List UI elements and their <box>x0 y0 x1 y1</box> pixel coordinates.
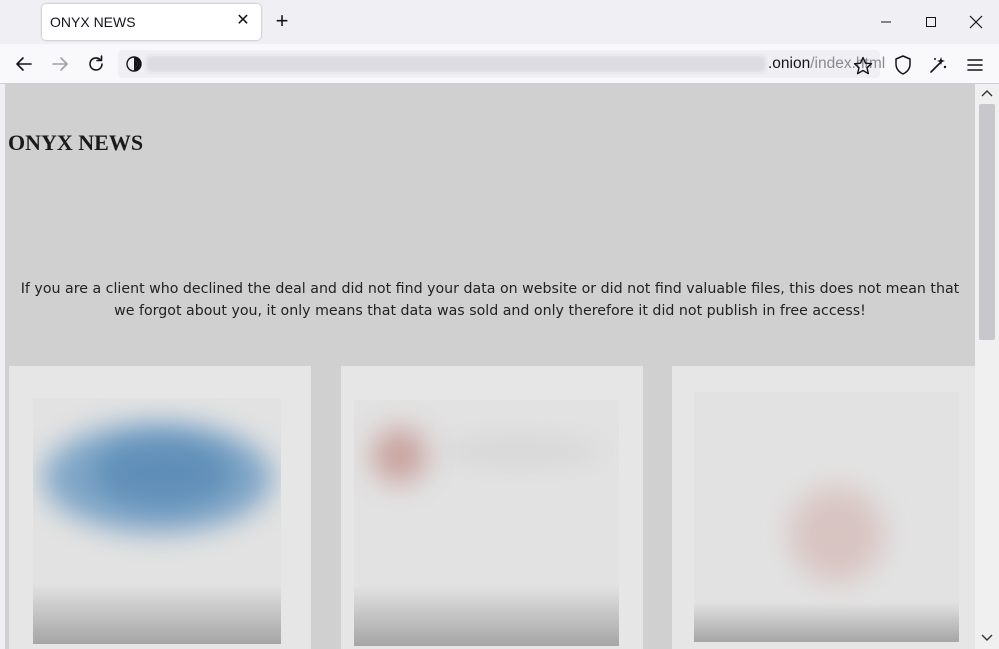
scroll-up-arrow-icon[interactable] <box>979 86 995 100</box>
url-domain-suffix: .onion <box>768 55 811 72</box>
close-icon[interactable]: ✕ <box>233 11 253 31</box>
blurred-preview-image[interactable] <box>33 398 281 644</box>
scroll-down-arrow-icon[interactable] <box>979 631 995 645</box>
blurred-preview-image[interactable] <box>354 400 619 646</box>
reload-icon[interactable] <box>83 51 109 77</box>
post-card[interactable] <box>9 366 311 649</box>
redacted-url <box>146 56 766 72</box>
post-card[interactable] <box>341 366 643 649</box>
navigation-bar: .onion/index.html <box>0 44 999 84</box>
forward-arrow-icon[interactable] <box>47 51 73 77</box>
site-title: ONYX NEWS <box>8 130 144 155</box>
scrollbar-thumb[interactable] <box>979 104 995 340</box>
menu-icon[interactable] <box>963 53 987 77</box>
star-bookmark-icon[interactable] <box>852 55 874 77</box>
minimize-icon[interactable] <box>871 7 901 37</box>
tab-title: ONYX NEWS <box>50 14 136 30</box>
maximize-icon[interactable] <box>916 7 946 37</box>
content-viewport: ONYX NEWS If you are a client who declin… <box>0 84 999 649</box>
browser-tab[interactable]: ONYX NEWS ✕ <box>42 4 261 40</box>
post-card[interactable] <box>672 366 975 649</box>
web-page: ONYX NEWS If you are a client who declin… <box>5 84 975 649</box>
new-tab-button[interactable]: + <box>271 10 293 32</box>
title-bar: ONYX NEWS ✕ + <box>0 0 999 44</box>
notice-text: If you are a client who declined the dea… <box>20 281 960 319</box>
tor-identity-icon[interactable] <box>126 56 142 72</box>
address-bar[interactable]: .onion/index.html <box>118 50 885 78</box>
shield-icon[interactable] <box>891 53 915 77</box>
window-close-icon[interactable] <box>961 7 991 37</box>
extensions-icon[interactable] <box>926 53 950 77</box>
blurred-preview-image[interactable] <box>694 392 959 642</box>
back-arrow-icon[interactable] <box>11 51 37 77</box>
vertical-scrollbar[interactable] <box>975 84 999 649</box>
